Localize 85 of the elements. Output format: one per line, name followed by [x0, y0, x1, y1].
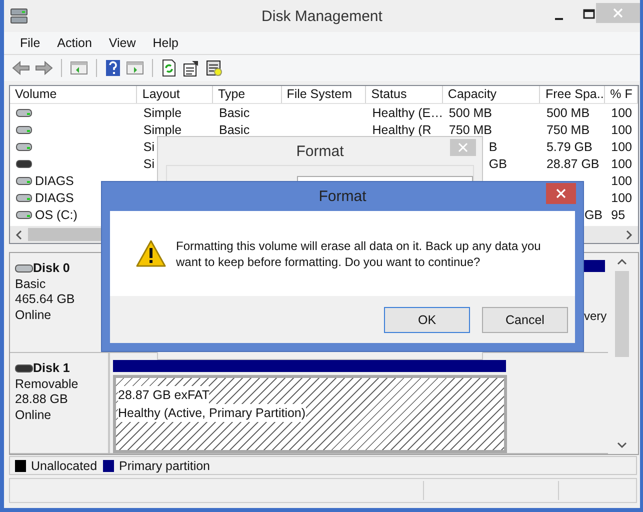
table-cell: GB — [488, 156, 507, 170]
disk-type: Removable — [15, 376, 80, 392]
dialog-button[interactable]: Cancel — [482, 306, 568, 332]
column-header[interactable]: Layout — [137, 86, 214, 103]
disk-icon — [10, 7, 28, 25]
dialog-title: Format — [296, 142, 344, 160]
scroll-right-icon[interactable] — [624, 228, 634, 240]
panel-icon[interactable] — [70, 60, 88, 76]
help-icon[interactable] — [105, 59, 121, 77]
table-cell: 100 — [611, 122, 632, 136]
table-cell: GB — [584, 208, 603, 222]
menu-item[interactable]: View — [108, 36, 136, 50]
partition-label: very — [584, 309, 607, 323]
legend-label: Primary partition — [119, 458, 210, 472]
table-cell: 100 — [611, 140, 632, 154]
table-cell: DIAGS — [35, 190, 74, 204]
disk-status: Online — [15, 408, 52, 423]
removable-drive-icon — [16, 158, 32, 168]
dialog-message: Formatting this volume will erase all data on it. Back up any data you want to keep before formatting. Do you want to continue? — [176, 238, 542, 270]
dialog-button[interactable]: OK — [384, 306, 470, 332]
properties-icon[interactable] — [182, 59, 200, 77]
partition-size: 28.87 GB exFAT — [118, 386, 210, 404]
refresh-icon[interactable] — [161, 59, 177, 77]
column-header[interactable]: Capacity — [442, 86, 540, 103]
disk-size: 465.64 GB — [15, 292, 76, 308]
table-cell: 500 MB — [546, 106, 590, 120]
drive-icon — [15, 264, 33, 274]
table-cell: 500 MB — [448, 106, 492, 120]
drive-icon — [16, 124, 32, 134]
drive-icon — [16, 108, 32, 118]
column-header[interactable]: Status — [366, 86, 443, 103]
disk-status: Online — [15, 308, 52, 323]
table-cell: Simple — [143, 122, 182, 136]
column-header[interactable]: Type — [213, 86, 282, 103]
column-header[interactable]: % F — [605, 86, 638, 103]
table-cell: 100 — [611, 190, 632, 204]
table-cell: 750 MB — [448, 122, 492, 136]
table-cell: 28.87 GB — [546, 156, 600, 170]
table-cell: 100 — [611, 174, 632, 188]
table-cell: 100 — [611, 156, 632, 170]
table-cell: Healthy (R — [372, 122, 432, 136]
scrollbar-thumb[interactable] — [615, 271, 629, 357]
settings-icon[interactable] — [205, 59, 223, 77]
maximize-button[interactable] — [582, 7, 596, 21]
table-cell: Basic — [219, 122, 250, 136]
drive-icon — [16, 142, 32, 152]
window-title: Disk Management — [262, 8, 382, 24]
warning-icon — [135, 239, 167, 268]
close-button[interactable] — [546, 183, 576, 204]
partition[interactable]: 28.87 GB exFAT Healthy (Active, Primary Partition) — [113, 375, 507, 453]
disk-name: Disk 1 — [33, 361, 70, 376]
table-cell: 750 MB — [546, 122, 590, 136]
table-cell: OS (C:) — [35, 208, 78, 222]
table-cell: 95 — [611, 208, 626, 222]
menu-item[interactable]: Help — [152, 36, 178, 50]
partition-status: Healthy (Active, Primary Partition) — [118, 404, 306, 422]
legend-label: Unallocated — [31, 458, 98, 472]
table-cell: 100 — [611, 106, 632, 120]
scroll-down-icon[interactable] — [616, 440, 628, 450]
table-cell: DIAGS — [35, 174, 74, 188]
disk-type: Basic — [15, 276, 47, 292]
drive-icon — [16, 210, 32, 220]
column-header[interactable]: Free Spa... — [540, 86, 606, 103]
table-cell: B — [488, 140, 498, 154]
column-header[interactable]: Volume — [10, 86, 138, 103]
removable-drive-icon — [15, 364, 33, 374]
table-cell: Si — [143, 156, 154, 170]
table-cell: Healthy (E… — [372, 106, 443, 120]
back-arrow-icon[interactable] — [12, 60, 30, 76]
forward-arrow-icon[interactable] — [35, 60, 53, 76]
column-header[interactable]: File System — [282, 86, 366, 103]
menu-item[interactable]: File — [20, 36, 40, 50]
scroll-up-icon[interactable] — [616, 257, 628, 267]
drive-icon — [16, 192, 32, 202]
panel-icon[interactable] — [126, 60, 144, 76]
disk-name: Disk 0 — [33, 261, 70, 276]
table-cell: Basic — [219, 106, 250, 120]
table-cell: Si — [143, 140, 154, 154]
table-cell: 5.79 GB — [546, 140, 592, 154]
dialog-title: Format — [318, 188, 366, 205]
table-cell: Simple — [143, 106, 182, 120]
disk-size: 28.88 GB — [15, 392, 69, 408]
menu-item[interactable]: Action — [57, 36, 92, 50]
scroll-left-icon[interactable] — [14, 228, 24, 240]
drive-icon — [16, 176, 32, 186]
